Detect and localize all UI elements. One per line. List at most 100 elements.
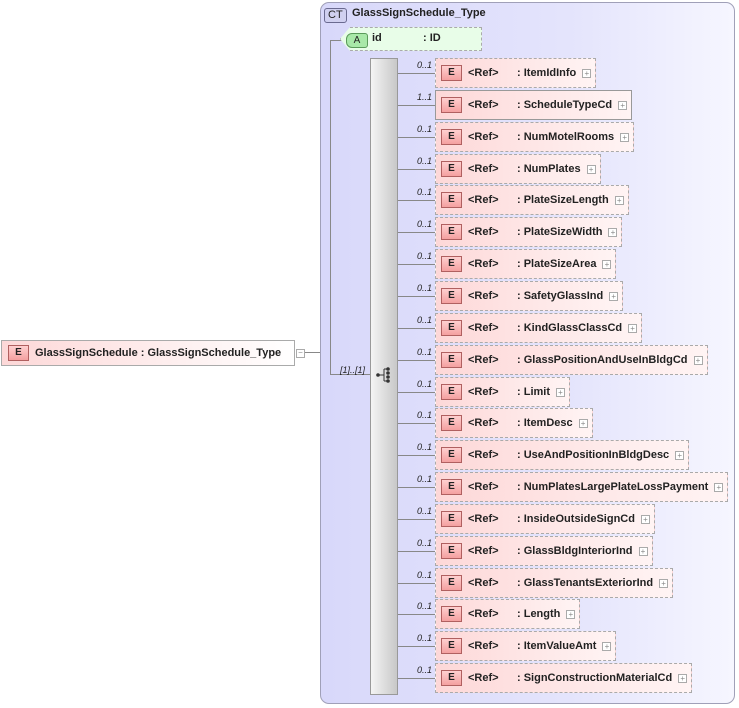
ref-label: <Ref> xyxy=(468,386,499,398)
ref-label: <Ref> xyxy=(468,640,499,652)
element-ref[interactable]: E <Ref>: SafetyGlassInd + xyxy=(435,281,624,311)
expand-icon[interactable]: + xyxy=(659,578,669,588)
connector xyxy=(398,487,435,488)
element-badge: E xyxy=(441,256,462,272)
element-badge: E xyxy=(441,479,462,495)
element-badge: E xyxy=(441,415,462,431)
expand-icon[interactable]: + xyxy=(678,673,688,683)
element-ref[interactable]: E <Ref>: UseAndPositionInBldgDesc + xyxy=(435,440,690,470)
expand-icon[interactable]: + xyxy=(556,387,565,397)
element-ref[interactable]: E <Ref>: ItemValueAmt + xyxy=(435,631,617,661)
element-name: : InsideOutsideSignCd xyxy=(517,513,635,525)
element-badge: E xyxy=(441,129,462,145)
element-ref[interactable]: E <Ref>: ItemIdInfo + xyxy=(435,58,597,88)
expand-icon[interactable]: + xyxy=(675,450,685,460)
connector xyxy=(398,455,435,456)
element-ref[interactable]: E <Ref>: GlassPositionAndUseInBldgCd + xyxy=(435,345,708,375)
element-ref[interactable]: E <Ref> : Length + xyxy=(435,599,581,629)
complex-type-badge: CT xyxy=(324,8,347,23)
cardinality: 0..1 xyxy=(416,187,432,197)
ref-label: <Ref> xyxy=(468,577,499,589)
element-ref[interactable]: E <Ref> : KindGlassClassCd + xyxy=(435,313,643,343)
connector xyxy=(398,232,435,233)
cardinality: 0..1 xyxy=(416,315,432,325)
element-badge: E xyxy=(441,511,462,527)
element-name: : PlateSizeArea xyxy=(517,258,597,270)
connector xyxy=(330,40,342,41)
expand-icon[interactable]: + xyxy=(628,323,638,333)
attribute-badge: A xyxy=(346,33,368,48)
element-ref[interactable]: E <Ref>: NumPlatesLargePlateLossPayment + xyxy=(435,472,729,502)
element-badge: E xyxy=(441,320,462,336)
element-ref[interactable]: E <Ref>: GlassTenantsExteriorInd + xyxy=(435,568,674,598)
sequence-icon xyxy=(376,367,390,383)
element-ref[interactable]: E <Ref>: PlateSizeArea + xyxy=(435,249,617,279)
element-ref[interactable]: E <Ref> : InsideOutsideSignCd + xyxy=(435,504,655,534)
element-name: : PlateSizeLength xyxy=(517,194,609,206)
ref-label: <Ref> xyxy=(468,545,499,557)
element-ref[interactable]: E <Ref>: ScheduleTypeCd + xyxy=(435,90,633,120)
ref-label: <Ref> xyxy=(468,226,499,238)
connector xyxy=(398,551,435,552)
expand-icon[interactable]: + xyxy=(638,546,648,556)
connector xyxy=(398,264,435,265)
ref-label: <Ref> xyxy=(468,67,499,79)
element-badge: E xyxy=(441,288,462,304)
expand-icon[interactable]: + xyxy=(693,355,703,365)
ref-label: <Ref> xyxy=(468,672,499,684)
element-badge: E xyxy=(441,543,462,559)
element-ref[interactable]: E <Ref>: ItemDesc + xyxy=(435,408,593,438)
expand-icon[interactable]: + xyxy=(609,291,619,301)
expand-icon[interactable]: + xyxy=(618,100,628,110)
element-badge: E xyxy=(441,161,462,177)
collapse-icon[interactable]: − xyxy=(296,349,305,358)
expand-icon[interactable]: + xyxy=(578,418,588,428)
ref-label: <Ref> xyxy=(468,322,499,334)
expand-icon[interactable]: + xyxy=(608,227,618,237)
expand-icon[interactable]: + xyxy=(602,259,612,269)
cardinality: 0..1 xyxy=(416,506,432,516)
element-badge: E xyxy=(8,345,29,361)
element-ref[interactable]: E <Ref>: PlateSizeLength + xyxy=(435,185,629,215)
expand-icon[interactable]: + xyxy=(586,164,596,174)
element-badge: E xyxy=(441,606,462,622)
connector xyxy=(398,105,435,106)
element-name: : ItemDesc xyxy=(517,417,573,429)
expand-icon[interactable]: + xyxy=(566,609,576,619)
element-ref[interactable]: E <Ref>: NumMotelRooms + xyxy=(435,122,635,152)
element-name: : Length xyxy=(517,608,561,620)
cardinality: 0..1 xyxy=(416,219,432,229)
expand-icon[interactable]: + xyxy=(614,195,624,205)
cardinality: 0..1 xyxy=(416,379,432,389)
connector xyxy=(398,614,435,615)
connector xyxy=(398,678,435,679)
connector xyxy=(398,169,435,170)
element-name: : KindGlassClassCd xyxy=(517,322,623,334)
connector xyxy=(398,328,435,329)
attribute-name: id xyxy=(372,32,382,44)
expand-icon[interactable]: + xyxy=(640,514,650,524)
root-element[interactable]: E GlassSignSchedule : GlassSignSchedule_… xyxy=(1,340,295,366)
element-badge: E xyxy=(441,65,462,81)
element-name: : Limit xyxy=(517,386,550,398)
cardinality: 0..1 xyxy=(416,156,432,166)
ref-label: <Ref> xyxy=(468,513,499,525)
expand-icon[interactable]: + xyxy=(714,482,724,492)
cardinality: 0..1 xyxy=(416,601,432,611)
ref-label: <Ref> xyxy=(468,608,499,620)
element-ref[interactable]: E <Ref>: NumPlates + xyxy=(435,154,601,184)
cardinality: 0..1 xyxy=(416,124,432,134)
element-name: : PlateSizeWidth xyxy=(517,226,603,238)
element-badge: E xyxy=(441,224,462,240)
element-ref[interactable]: E <Ref>: SignConstructionMaterialCd + xyxy=(435,663,693,693)
element-ref[interactable]: E <Ref>: Limit + xyxy=(435,377,570,407)
expand-icon[interactable]: + xyxy=(602,641,612,651)
expand-icon[interactable]: + xyxy=(582,68,592,78)
cardinality: 0..1 xyxy=(416,538,432,548)
connector xyxy=(398,73,435,74)
element-ref[interactable]: E <Ref> : PlateSizeWidth + xyxy=(435,217,623,247)
root-element-name: GlassSignSchedule xyxy=(35,347,138,359)
element-ref[interactable]: E <Ref>: GlassBldgInteriorInd + xyxy=(435,536,653,566)
expand-icon[interactable]: + xyxy=(620,132,630,142)
cardinality: 1..1 xyxy=(416,92,432,102)
